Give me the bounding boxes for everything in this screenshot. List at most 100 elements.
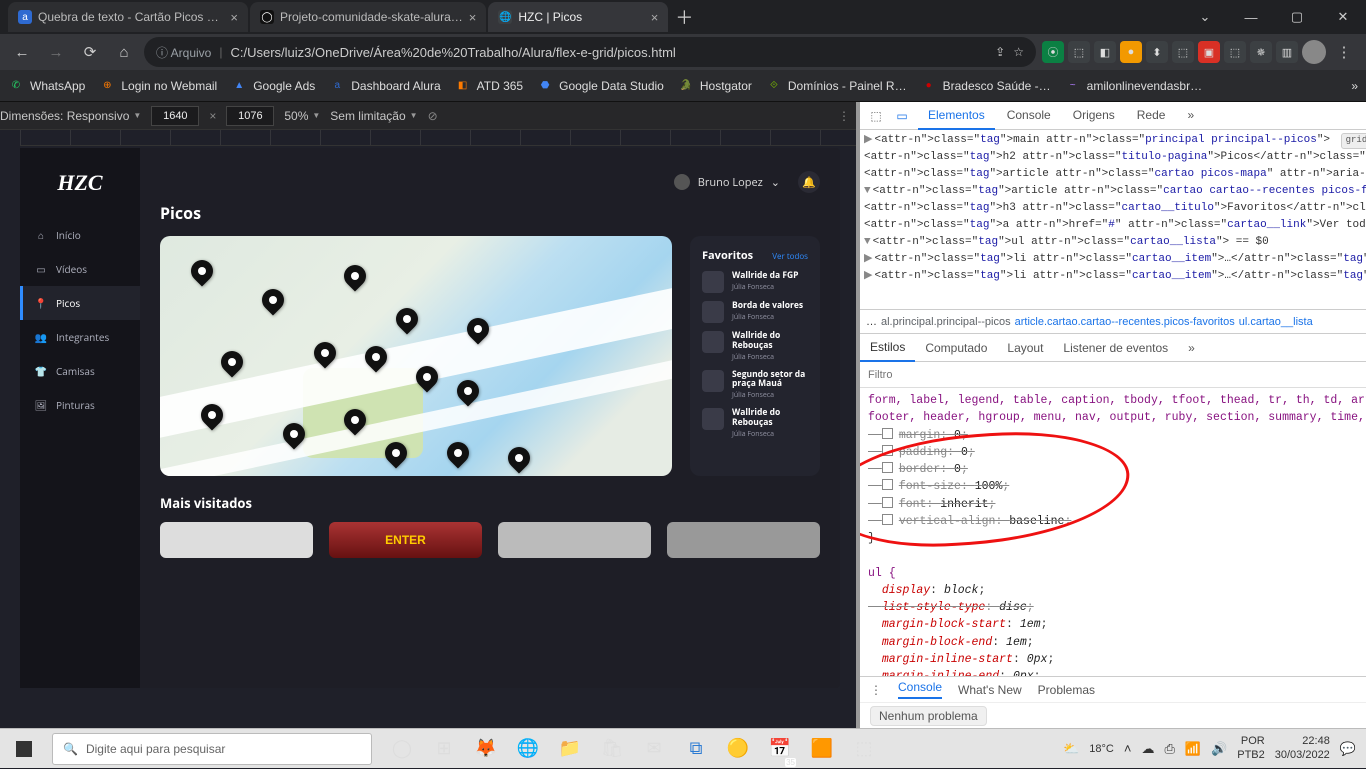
css-declaration[interactable]: font-size: 100%;: [868, 478, 1366, 495]
home-button[interactable]: ⌂: [110, 38, 138, 66]
sidebar-item-pinturas[interactable]: 🖼Pinturas: [20, 388, 140, 422]
crumb[interactable]: al.principal.principal--picos: [881, 316, 1011, 328]
tile[interactable]: [160, 522, 313, 558]
element-node[interactable]: ▼<attr-n">class="tag">article attr-n">cl…: [864, 183, 1366, 200]
map-pin[interactable]: [504, 443, 535, 474]
weather-temp[interactable]: 18°C: [1089, 743, 1114, 755]
new-tab-button[interactable]: ＋: [670, 3, 698, 31]
sidebar-item-vídeos[interactable]: ▭Vídeos: [20, 252, 140, 286]
kebab-icon[interactable]: ⋮: [1330, 38, 1358, 66]
element-node[interactable]: ▶<attr-n">class="tag">li attr-n">class="…: [864, 268, 1366, 285]
taskbar-search[interactable]: 🔍 Digite aqui para pesquisar: [52, 733, 372, 765]
sidebar-item-camisas[interactable]: 👕Camisas: [20, 354, 140, 388]
chevron-down-icon[interactable]: ⌄: [1182, 0, 1228, 34]
css-declaration[interactable]: font: inherit;: [868, 496, 1366, 513]
ext-icon[interactable]: ▣: [1198, 41, 1220, 63]
share-icon[interactable]: ⇪: [995, 45, 1005, 59]
css-declaration[interactable]: margin-block-end: 1em;: [868, 634, 1366, 651]
user-menu[interactable]: Bruno Lopez ⌄: [674, 174, 780, 190]
favorite-item[interactable]: Wallride do Rebouças Júlia Fonseca: [702, 331, 808, 362]
css-declaration[interactable]: margin-inline-end: 0px;: [868, 668, 1366, 676]
bookmark[interactable]: ◧ATD 365: [455, 78, 523, 94]
css-declaration[interactable]: vertical-align: baseline;: [868, 513, 1366, 530]
rotate-icon[interactable]: ⊘: [428, 109, 438, 123]
tab-2[interactable]: ◯ Projeto-comunidade-skate-alura… ×: [250, 2, 486, 32]
css-declaration[interactable]: list-style-type: disc;: [868, 599, 1366, 616]
app-icon[interactable]: ⬚: [844, 729, 884, 769]
app-icon[interactable]: 🦊: [466, 729, 506, 769]
weather-icon[interactable]: ⛅: [1063, 741, 1079, 757]
bookmarks-overflow[interactable]: »: [1351, 79, 1358, 93]
checkbox[interactable]: [882, 514, 893, 525]
tab-1[interactable]: a Quebra de texto - Cartão Picos F… ×: [8, 2, 248, 32]
explorer-icon[interactable]: 📁: [550, 729, 590, 769]
element-node[interactable]: <attr-n">class="tag">h3 attr-n">class="c…: [864, 200, 1366, 217]
map-pin[interactable]: [258, 284, 289, 315]
tab-network[interactable]: Rede: [1127, 102, 1176, 130]
url-input[interactable]: ⓘ Arquivo | C:/Users/luiz3/OneDrive/Área…: [144, 37, 1036, 67]
element-node[interactable]: ▶<attr-n">class="tag">main attr-n">class…: [864, 132, 1366, 149]
favorite-item[interactable]: Segundo setor da praça Mauá Júlia Fonsec…: [702, 370, 808, 401]
back-button[interactable]: ←: [8, 38, 36, 66]
close-icon[interactable]: ×: [469, 10, 477, 25]
cortana-icon[interactable]: ◯: [382, 729, 422, 769]
crumb[interactable]: ul.cartao__lista: [1239, 316, 1313, 328]
checkbox[interactable]: [882, 428, 893, 439]
tab-styles[interactable]: Estilos: [860, 334, 915, 362]
ext-icon[interactable]: ●: [1120, 41, 1142, 63]
tab-event-listeners[interactable]: Listener de eventos: [1053, 335, 1178, 361]
bookmark[interactable]: aDashboard Alura: [329, 78, 440, 94]
bookmark[interactable]: ●Bradesco Saúde -…: [921, 78, 1051, 94]
css-declaration[interactable]: margin-inline-start: 0px;: [868, 651, 1366, 668]
css-declaration[interactable]: border: 0;: [868, 461, 1366, 478]
sidebar-item-picos[interactable]: 📍Picos: [20, 286, 140, 320]
ext-icon[interactable]: ⦿: [1042, 41, 1064, 63]
sidebar-item-integrantes[interactable]: 👥Integrantes: [20, 320, 140, 354]
filter-input[interactable]: [860, 369, 1366, 381]
element-node[interactable]: <attr-n">class="tag">a attr-n">href="#" …: [864, 217, 1366, 234]
tab-sources[interactable]: Origens: [1063, 102, 1125, 130]
favorite-item[interactable]: Wallride da FGP Júlia Fonseca: [702, 271, 808, 293]
taskview-icon[interactable]: ⊞: [424, 729, 464, 769]
element-node[interactable]: <attr-n">class="tag">h2 attr-n">class="t…: [864, 149, 1366, 166]
map-pin[interactable]: [340, 260, 371, 291]
map-pin[interactable]: [442, 438, 473, 469]
mail-icon[interactable]: ✉: [634, 729, 674, 769]
bookmark[interactable]: ▲Google Ads: [231, 78, 315, 94]
ext-icon[interactable]: ⬚: [1068, 41, 1090, 63]
tab-computed[interactable]: Computado: [915, 335, 997, 361]
ext-icon[interactable]: ▥: [1276, 41, 1298, 63]
checkbox[interactable]: [882, 479, 893, 490]
element-node[interactable]: ▼<attr-n">class="tag">ul attr-n">class="…: [864, 234, 1366, 251]
width-input[interactable]: [151, 106, 199, 126]
app-icon[interactable]: 📅35: [760, 729, 800, 769]
checkbox[interactable]: [882, 462, 893, 473]
onedrive-icon[interactable]: ☁: [1141, 741, 1154, 757]
drawer-whatsnew[interactable]: What's New: [958, 683, 1022, 697]
elements-breadcrumb[interactable]: … al.principal.principal--picos article.…: [860, 310, 1366, 334]
tabs-overflow[interactable]: »: [1178, 335, 1205, 361]
see-all-link[interactable]: Ver todos: [772, 253, 808, 262]
elements-tree[interactable]: ▶<attr-n">class="tag">main attr-n">class…: [860, 130, 1366, 310]
bookmark[interactable]: 🐊Hostgator: [678, 78, 752, 94]
vscode-icon[interactable]: ⧉: [676, 729, 716, 769]
ext-icon[interactable]: ⬚: [1172, 41, 1194, 63]
css-declaration[interactable]: margin-block-start: 1em;: [868, 616, 1366, 633]
notifications-icon[interactable]: 💬: [1340, 741, 1356, 757]
bookmark[interactable]: ✆WhatsApp: [8, 78, 85, 94]
inspect-icon[interactable]: ⬚: [866, 106, 886, 126]
element-node[interactable]: <attr-n">class="tag">article attr-n">cla…: [864, 166, 1366, 183]
tile[interactable]: [498, 522, 651, 558]
tile[interactable]: ENTER: [329, 522, 482, 558]
ext-icon[interactable]: ⬚: [1224, 41, 1246, 63]
edge-icon[interactable]: 🌐: [508, 729, 548, 769]
favorite-item[interactable]: Wallride do Rebouças Júlia Fonseca: [702, 408, 808, 439]
drawer-problems[interactable]: Problemas: [1038, 683, 1095, 697]
tab-elements[interactable]: Elementos: [918, 102, 995, 130]
star-icon[interactable]: ☆: [1013, 45, 1024, 59]
chrome-icon[interactable]: 🟡: [718, 729, 758, 769]
start-button[interactable]: [0, 729, 48, 769]
bookmark[interactable]: ⬣Google Data Studio: [537, 78, 664, 94]
css-declaration[interactable]: padding: 0;: [868, 444, 1366, 461]
close-icon[interactable]: ×: [230, 10, 238, 25]
